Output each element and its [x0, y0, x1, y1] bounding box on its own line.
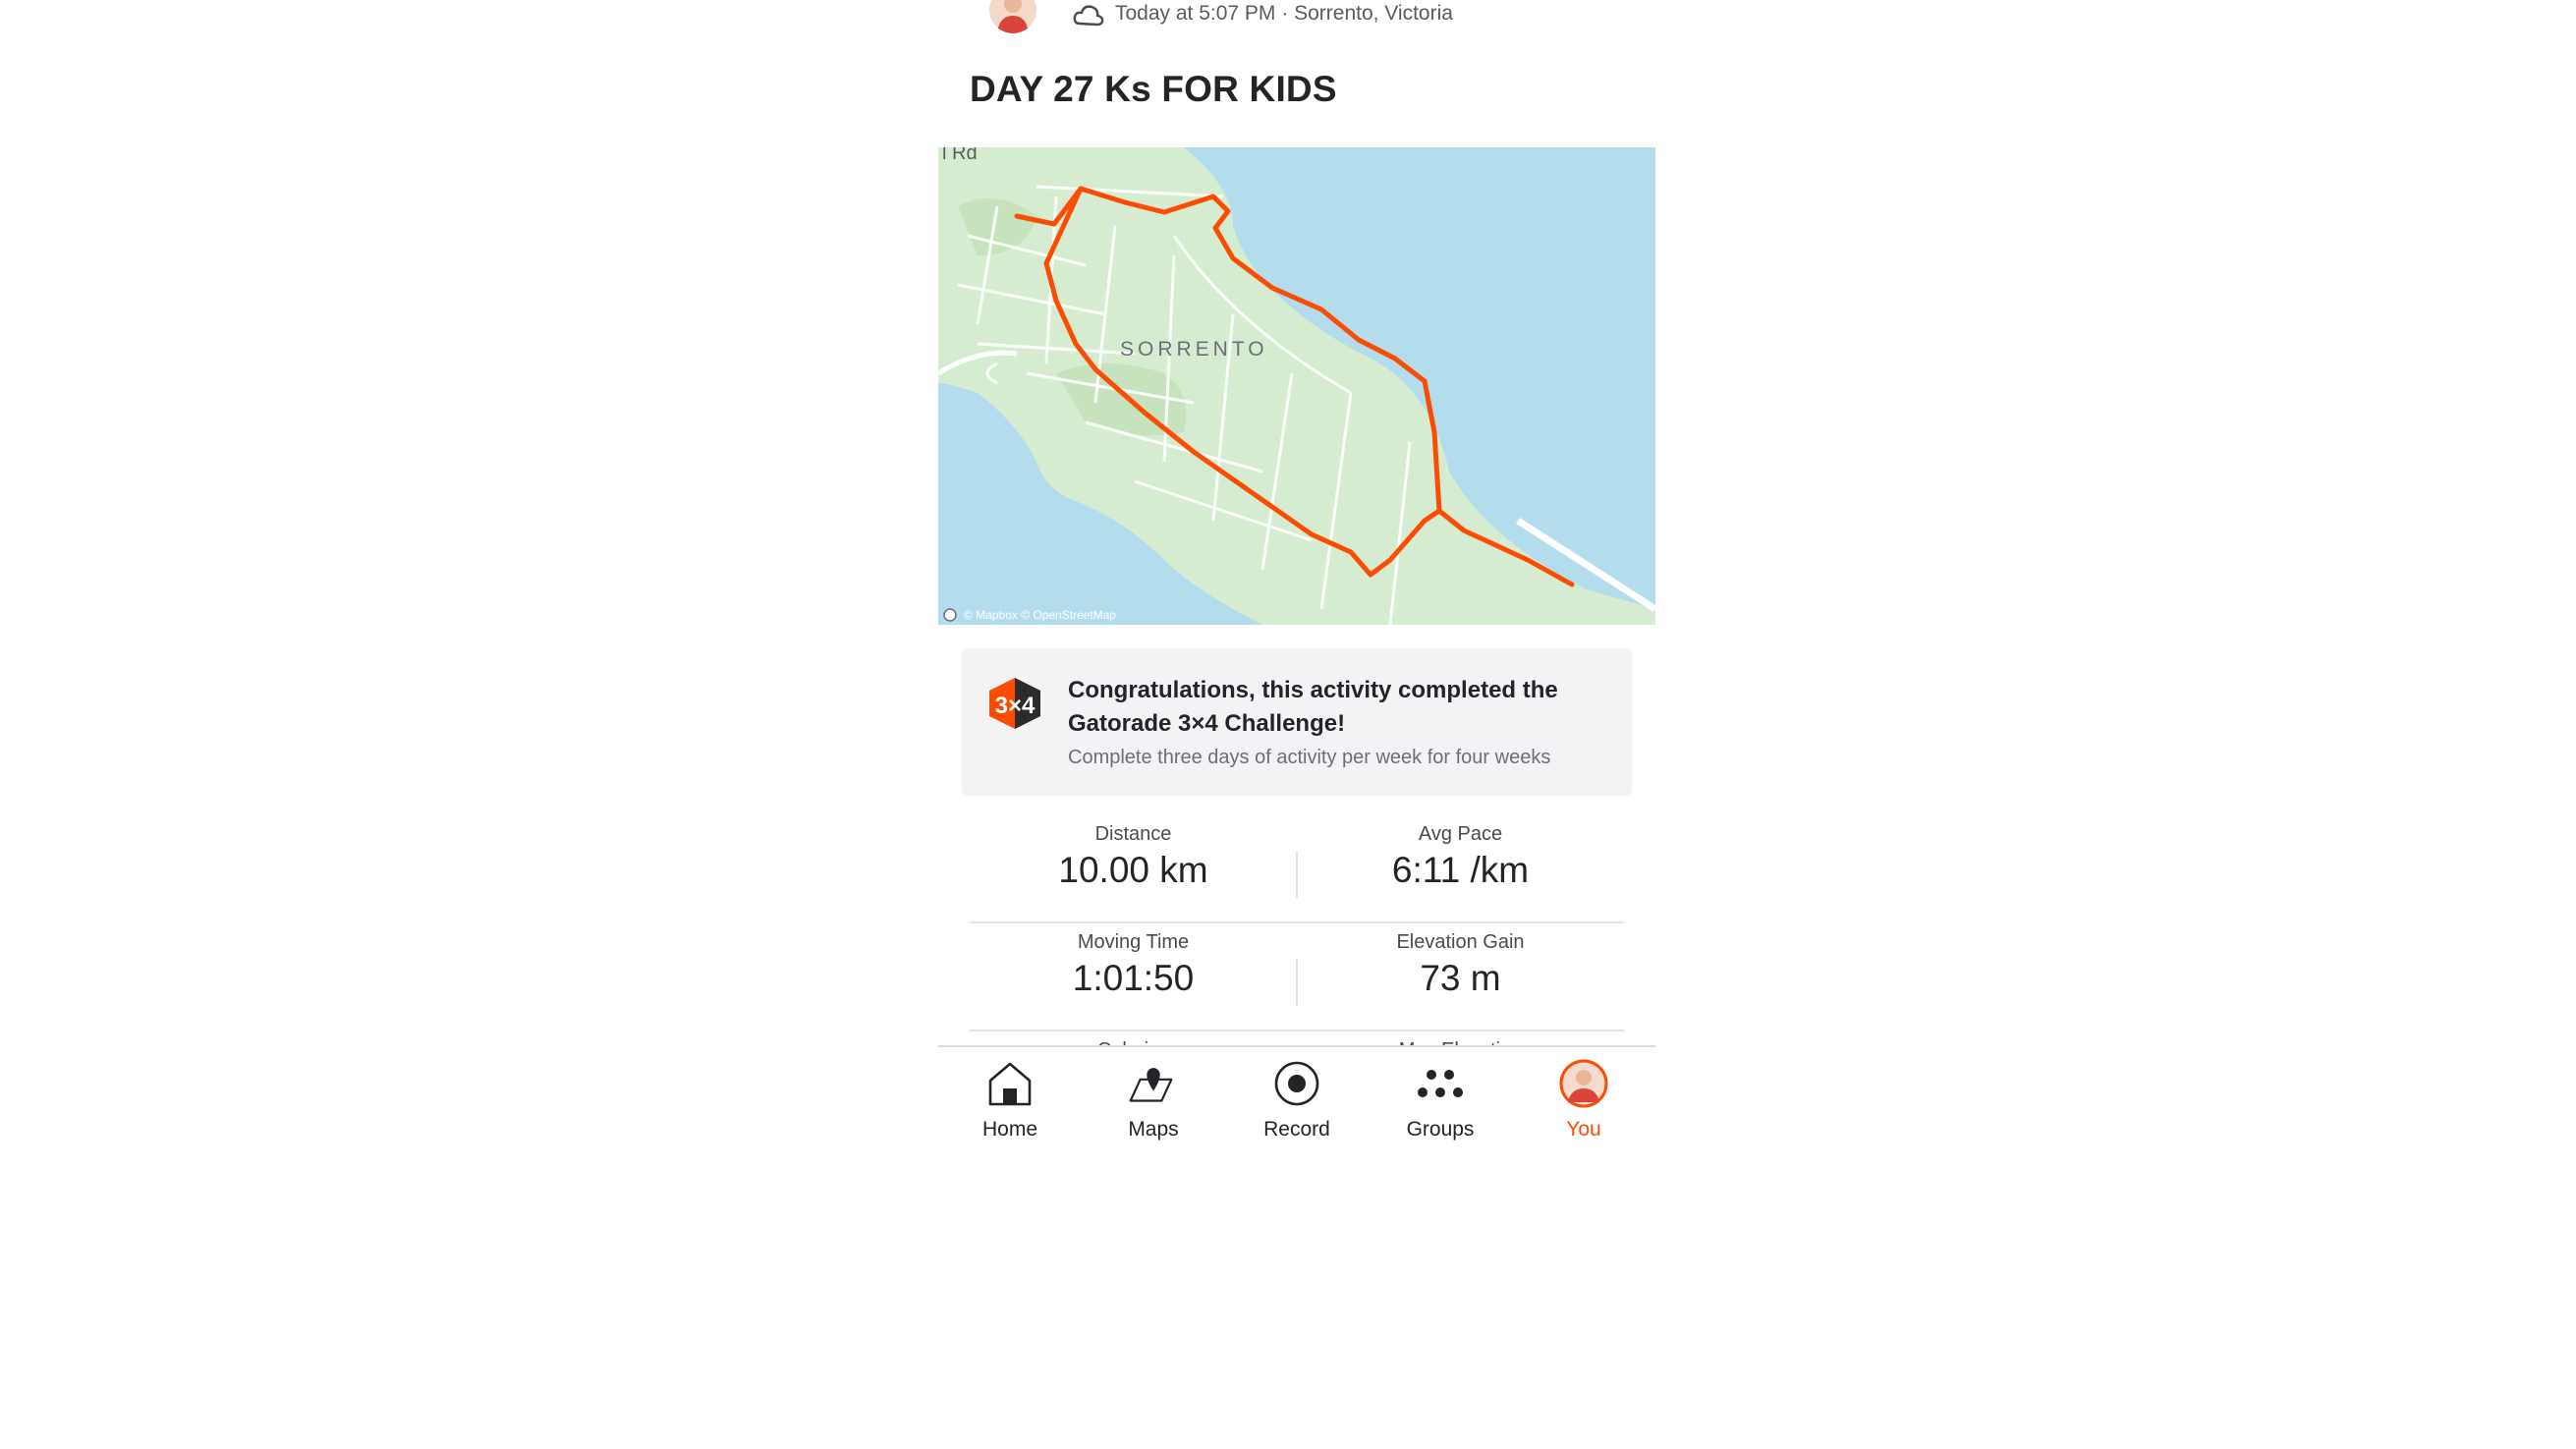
- route-map[interactable]: l Rd SORRENTO © Mapbox © OpenStreetMap: [938, 147, 1655, 625]
- activity-title: DAY 27 Ks FOR KIDS: [970, 69, 1337, 109]
- bottom-tab-bar: Home Maps Record Groups You: [938, 1045, 1655, 1146]
- map-town-label: SORRENTO: [1120, 338, 1268, 361]
- tab-home[interactable]: Home: [938, 1053, 1082, 1143]
- tab-record[interactable]: Record: [1225, 1053, 1369, 1143]
- stat-value: 10.00 km: [1058, 850, 1208, 890]
- stat-moving-time: Moving Time 1:01:50: [970, 923, 1297, 999]
- activity-meta: Today at 5:07 PM · Sorrento, Victoria: [1115, 2, 1453, 25]
- tab-label: Home: [981, 1118, 1038, 1141]
- tab-groups[interactable]: Groups: [1369, 1053, 1512, 1143]
- tab-label: Maps: [1128, 1118, 1179, 1141]
- activity-header: Today at 5:07 PM · Sorrento, Victoria: [938, 0, 1655, 39]
- stat-value: 73 m: [1420, 958, 1501, 998]
- challenge-subtitle: Complete three days of activity per week…: [1068, 747, 1551, 768]
- stat-avg-pace: Avg Pace 6:11 /km: [1297, 815, 1624, 891]
- tab-you[interactable]: You: [1512, 1053, 1655, 1143]
- challenge-badge-icon: 3×4: [989, 678, 1040, 729]
- tab-label: You: [1566, 1118, 1601, 1141]
- avatar-icon: [1559, 1059, 1608, 1108]
- tab-label: Record: [1263, 1118, 1330, 1141]
- map-road-label: l Rd: [942, 147, 978, 164]
- map-attribution: © Mapbox © OpenStreetMap: [964, 608, 1116, 622]
- challenge-badge-text: 3×4: [995, 693, 1036, 719]
- mapbox-logo-icon: [943, 608, 957, 622]
- challenge-card[interactable]: 3×4 Congratulations, this activity compl…: [962, 648, 1632, 796]
- tab-maps[interactable]: Maps: [1082, 1053, 1225, 1143]
- tab-label: Groups: [1406, 1118, 1475, 1141]
- stat-label: Avg Pace: [1418, 823, 1503, 845]
- record-icon: [1274, 1061, 1319, 1106]
- home-icon: [988, 1062, 1032, 1106]
- athlete-avatar[interactable]: [989, 0, 1036, 33]
- map-pin-icon: [1129, 1068, 1173, 1102]
- cloud-icon: [1073, 5, 1104, 27]
- stat-elevation-gain: Elevation Gain 73 m: [1297, 923, 1624, 999]
- stats-row: Distance 10.00 km Avg Pace 6:11 /km: [970, 815, 1624, 923]
- challenge-title: Congratulations, this activity completed…: [1068, 677, 1558, 737]
- stat-value: 6:11 /km: [1391, 850, 1530, 890]
- stats-row: Moving Time 1:01:50 Elevation Gain 73 m: [970, 923, 1624, 1031]
- activity-screen: Today at 5:07 PM · Sorrento, Victoria DA…: [938, 0, 1655, 1146]
- stat-label: Elevation Gain: [1396, 931, 1525, 953]
- groups-icon: [1418, 1070, 1463, 1097]
- stat-label: Moving Time: [1077, 931, 1190, 953]
- stat-label: Distance: [1094, 823, 1172, 845]
- stat-value: 1:01:50: [1072, 958, 1195, 998]
- stats-grid: Distance 10.00 km Avg Pace 6:11 /km Movi…: [970, 815, 1624, 1071]
- stat-distance: Distance 10.00 km: [970, 815, 1297, 891]
